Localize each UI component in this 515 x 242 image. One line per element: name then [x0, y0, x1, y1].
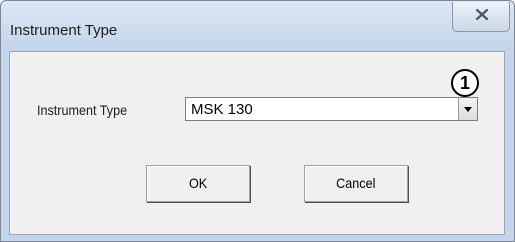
- dialog-body: Instrument Type MSK 130 1 OK Cancel: [9, 51, 505, 235]
- chevron-down-icon: [464, 107, 472, 112]
- cancel-button[interactable]: Cancel: [304, 165, 408, 202]
- cancel-button-label: Cancel: [336, 175, 376, 191]
- instrument-type-select[interactable]: MSK 130: [185, 97, 478, 121]
- dialog-window: Instrument Type Instrument Type MSK 130 …: [0, 0, 515, 242]
- title-bar[interactable]: Instrument Type: [1, 1, 514, 51]
- instrument-type-value: MSK 130: [191, 101, 253, 118]
- ok-button[interactable]: OK: [146, 165, 250, 202]
- close-button[interactable]: [452, 2, 510, 32]
- ok-button-label: OK: [188, 175, 208, 191]
- callout-marker: 1: [451, 69, 479, 97]
- instrument-type-label: Instrument Type: [37, 102, 128, 118]
- dropdown-button[interactable]: [458, 98, 477, 120]
- close-icon: [475, 8, 489, 21]
- window-title: Instrument Type: [10, 22, 118, 39]
